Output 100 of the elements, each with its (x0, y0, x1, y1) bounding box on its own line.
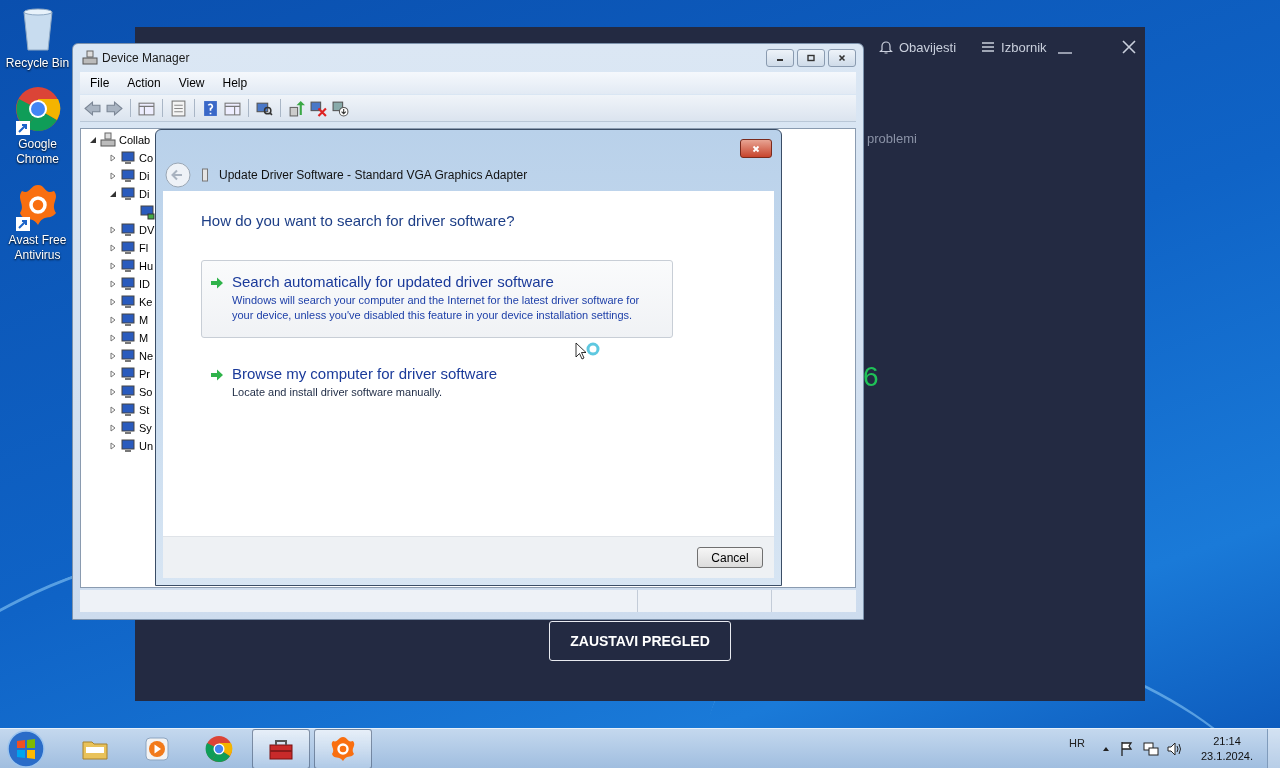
language-indicator[interactable]: HR (1069, 737, 1085, 749)
tree-item[interactable]: M (139, 314, 149, 326)
forward-arrow-icon[interactable] (106, 99, 123, 117)
clock-date[interactable]: 23.1.2024. (1201, 749, 1253, 764)
expand-arrow-icon[interactable] (109, 406, 117, 414)
expand-arrow-icon[interactable] (109, 370, 117, 378)
expand-arrow-icon[interactable] (109, 280, 117, 288)
chrome-icon[interactable] (13, 85, 62, 133)
close-icon (837, 53, 847, 63)
tree-item[interactable]: St (139, 404, 150, 416)
option-description: Windows will search your computer and the Internet for the latest driver software for your device, unless you've disabled this feature in your device installation settings. (232, 293, 641, 323)
tree-item[interactable]: DV (139, 224, 155, 236)
tree-item[interactable]: Co (139, 152, 154, 164)
tree-item[interactable]: Di (139, 170, 150, 182)
tree-item[interactable]: Collab (119, 134, 151, 146)
expand-arrow-icon[interactable] (109, 388, 117, 396)
network-icon[interactable] (1143, 741, 1159, 757)
monitor-icon[interactable] (139, 204, 155, 220)
device-icon (120, 150, 136, 166)
tree-item[interactable]: M (139, 332, 149, 344)
desktop-icon-label[interactable]: Recycle Bin (1, 56, 74, 71)
menu-item[interactable]: File (82, 74, 118, 92)
expand-arrow-icon[interactable] (109, 352, 117, 360)
cancel-button[interactable]: Cancel (697, 547, 763, 568)
expand-arrow-icon[interactable] (109, 334, 117, 342)
dialog-heading: How do you want to search for driver software? (201, 212, 516, 229)
close-button[interactable] (740, 139, 772, 158)
device-icon (120, 168, 136, 184)
tree-item[interactable]: Hu (139, 260, 154, 272)
count-number: 6 (863, 361, 879, 393)
update-driver-icon[interactable] (288, 99, 305, 117)
uninstall-icon[interactable] (310, 99, 327, 117)
bell-icon (878, 39, 894, 55)
tree-item[interactable]: Ne (139, 350, 154, 362)
back-arrow-icon[interactable] (84, 99, 101, 117)
close-icon (751, 143, 761, 154)
expand-arrow-icon[interactable] (109, 262, 117, 270)
expand-arrow-icon[interactable] (109, 442, 117, 450)
option-link[interactable] (201, 260, 673, 338)
expand-arrow-icon[interactable] (109, 172, 117, 180)
expand-arrow-icon[interactable] (109, 424, 117, 432)
tree-item[interactable]: Un (139, 440, 154, 452)
notifications-link[interactable]: Obavijesti (878, 39, 957, 55)
show-desktop-button[interactable] (1267, 729, 1280, 768)
adapter-icon (201, 166, 209, 183)
desktop-icon-label[interactable]: Google Chrome (1, 137, 74, 167)
device-icon (120, 366, 136, 382)
taskbar-button[interactable] (252, 729, 310, 768)
menu-icon (980, 39, 997, 55)
tree-item[interactable]: Ke (139, 296, 153, 308)
back-button-icon[interactable] (165, 161, 191, 188)
device-icon (120, 438, 136, 454)
tree-item[interactable]: So (139, 386, 153, 398)
maximize-icon (806, 53, 816, 63)
expand-arrow-icon[interactable] (109, 226, 117, 234)
menu-item[interactable]: Action (119, 74, 169, 92)
flag-icon[interactable] (1119, 741, 1135, 757)
option-title: Browse my computer for driver software (232, 365, 498, 382)
expand-arrow-icon[interactable] (109, 298, 117, 306)
menu-link[interactable]: Izbornik (980, 39, 1047, 55)
device-icon (120, 222, 136, 238)
menu-item[interactable]: Help (214, 74, 256, 92)
menu-item[interactable]: View (170, 74, 213, 92)
maximize-button[interactable] (797, 49, 825, 67)
close-icon[interactable] (1120, 39, 1137, 55)
dialog-title: Update Driver Software - Standard VGA Graphics Adapter (219, 167, 528, 182)
expand-arrow-icon[interactable] (109, 244, 117, 252)
minimize-button[interactable] (766, 49, 794, 67)
collapse-arrow-icon[interactable] (89, 136, 97, 144)
close-button[interactable] (828, 49, 856, 67)
tree-item[interactable]: Sy (139, 422, 152, 434)
chrome-icon (204, 734, 234, 764)
device-icon (120, 294, 136, 310)
help-icon[interactable] (202, 99, 219, 117)
device-icon (120, 312, 136, 328)
option-title: Search automatically for updated driver software (232, 273, 555, 290)
properties-icon[interactable] (170, 99, 187, 117)
tree-item[interactable]: ID (139, 278, 150, 290)
volume-icon[interactable] (1167, 741, 1183, 757)
option-link[interactable]: Browse my computer for driver software Locate and install driver software manually. (201, 352, 673, 415)
clock-time[interactable]: 21:14 (1213, 734, 1241, 749)
expand-arrow-icon[interactable] (109, 154, 117, 162)
status-text: problemi (867, 131, 917, 146)
collapse-arrow-icon[interactable] (109, 190, 117, 198)
expand-arrow-icon[interactable] (109, 316, 117, 324)
device-icon (120, 402, 136, 418)
device-icon (120, 384, 136, 400)
arrow-icon (210, 276, 224, 290)
device-icon (120, 420, 136, 436)
device-icon (120, 348, 136, 364)
device-icon (120, 258, 136, 274)
enable-device-icon[interactable] (332, 99, 349, 117)
computer-icon (100, 132, 116, 148)
start-button-icon[interactable] (6, 729, 46, 768)
tree-item[interactable]: Pr (139, 368, 150, 380)
tree-item[interactable]: Fl (139, 242, 149, 254)
desktop-icon-label[interactable]: Avast Free Antivirus (1, 233, 74, 263)
tree-item[interactable]: Di (139, 188, 150, 200)
stop-scan-button[interactable]: ZAUSTAVI PREGLED (549, 621, 731, 661)
option-description: Locate and install driver software manually. (232, 385, 444, 400)
